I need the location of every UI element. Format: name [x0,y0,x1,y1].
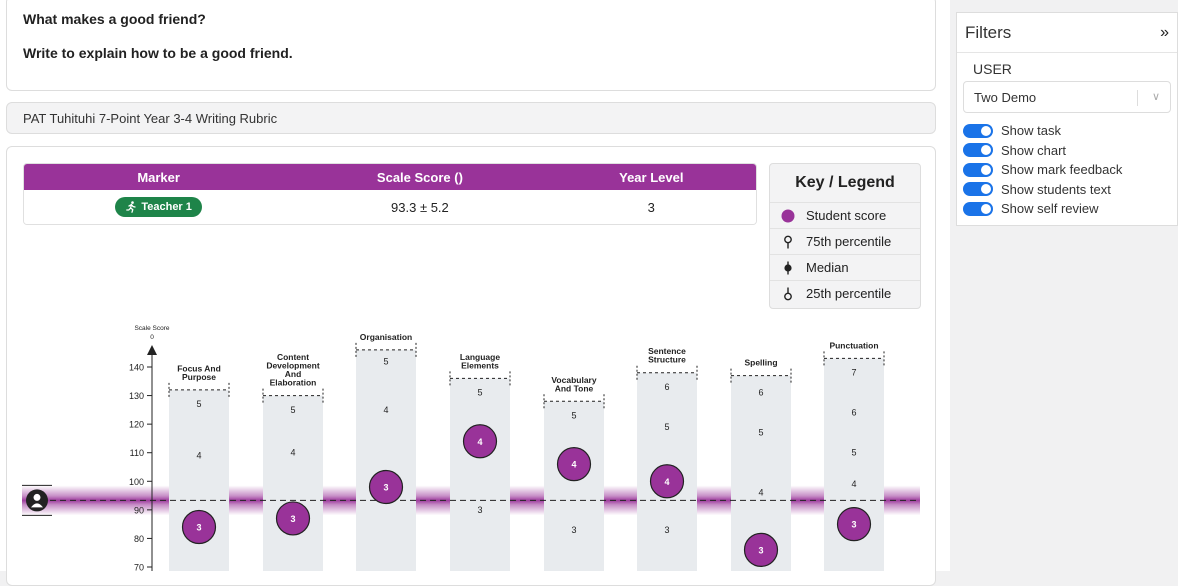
toggle-label: Show chart [1001,142,1067,158]
toggle-label: Show mark feedback [1001,162,1123,178]
collapse-chevron-icon[interactable]: » [1160,24,1169,42]
level-label: 4 [851,479,856,489]
category-column [356,349,416,571]
category-label: Purpose [182,372,216,382]
student-score-label: 3 [383,483,388,493]
filters-header: Filters » [957,13,1177,53]
toggle-switch[interactable] [963,182,993,197]
level-label: 4 [758,488,763,498]
toggle-label: Show students text [1001,181,1111,197]
select-separator [1137,90,1138,106]
toggle-switch[interactable] [963,162,993,177]
level-label: 5 [851,448,856,458]
y-axis-title: Scale Score [134,325,169,332]
level-label: 4 [383,405,388,415]
level-label: 6 [664,382,669,392]
y-tick-label: 120 [129,420,144,430]
toggle-label: Show self review [1001,201,1099,217]
avatar-head [33,493,41,501]
level-label: 5 [664,422,669,432]
user-label: USER [973,61,1012,77]
toggle-label: Show task [1001,123,1061,139]
toggle-list: Show task Show chart Show mark feedback … [957,113,1177,219]
category-label: Organisation [360,332,412,342]
user-select[interactable]: Two Demo ∨ [963,81,1171,113]
level-label: 5 [758,428,763,438]
level-label: 3 [664,525,669,535]
student-score-label: 3 [290,514,295,524]
user-select-value: Two Demo [974,89,1037,105]
toggle-switch[interactable] [963,143,993,158]
rubric-chart: Focus AndPurpose54ContentDevelopmentAndE… [22,325,920,572]
toggle-show-task[interactable]: Show task [963,121,1177,141]
y-tick-label: 140 [129,363,144,373]
category-label: And Tone [555,383,594,393]
toggle-show-self-review[interactable]: Show self review [963,199,1177,219]
y-tick-label: 110 [130,448,144,458]
y-tick-label: 100 [129,477,144,487]
student-score-label: 4 [664,477,669,487]
toggle-switch[interactable] [963,201,993,216]
level-label: 5 [477,388,482,398]
toggle-switch[interactable] [963,123,993,138]
y-axis-title-value: 0 [150,334,154,341]
level-label: 5 [571,411,576,421]
filters-sidebar: Filters » USER Two Demo ∨ Show task Show… [956,12,1178,226]
toggle-show-mark-feedback[interactable]: Show mark feedback [963,160,1177,180]
y-tick-label: 130 [129,391,144,401]
student-score-label: 4 [571,460,576,470]
category-column [263,395,323,571]
level-label: 5 [290,405,295,415]
level-label: 5 [383,356,388,366]
category-label: Elaboration [270,378,317,388]
level-label: 6 [851,408,856,418]
level-label: 7 [851,368,856,378]
category-label: Punctuation [829,340,878,350]
category-label: Spelling [744,358,777,368]
level-label: 3 [477,505,482,515]
y-tick-label: 70 [134,563,144,572]
y-axis-arrow [147,345,157,355]
student-score-label: 3 [196,523,201,533]
main-panel: What makes a good friend? Write to expla… [0,0,950,586]
level-label: 3 [571,525,576,535]
level-label: 4 [196,451,201,461]
category-label: Elements [461,360,499,370]
category-label: Structure [648,355,686,365]
y-tick-label: 90 [134,505,144,515]
chevron-down-icon: ∨ [1151,91,1160,103]
level-label: 6 [758,388,763,398]
filters-title: Filters [965,22,1012,42]
student-score-label: 3 [758,545,763,555]
level-label: 5 [196,399,201,409]
toggle-show-students-text[interactable]: Show students text [963,180,1177,200]
student-score-label: 4 [477,437,482,447]
toggle-show-chart[interactable]: Show chart [963,141,1177,161]
student-score-label: 3 [851,520,856,530]
y-tick-label: 80 [134,534,144,544]
category-column [450,378,510,571]
category-column [544,401,604,571]
level-label: 4 [290,448,295,458]
